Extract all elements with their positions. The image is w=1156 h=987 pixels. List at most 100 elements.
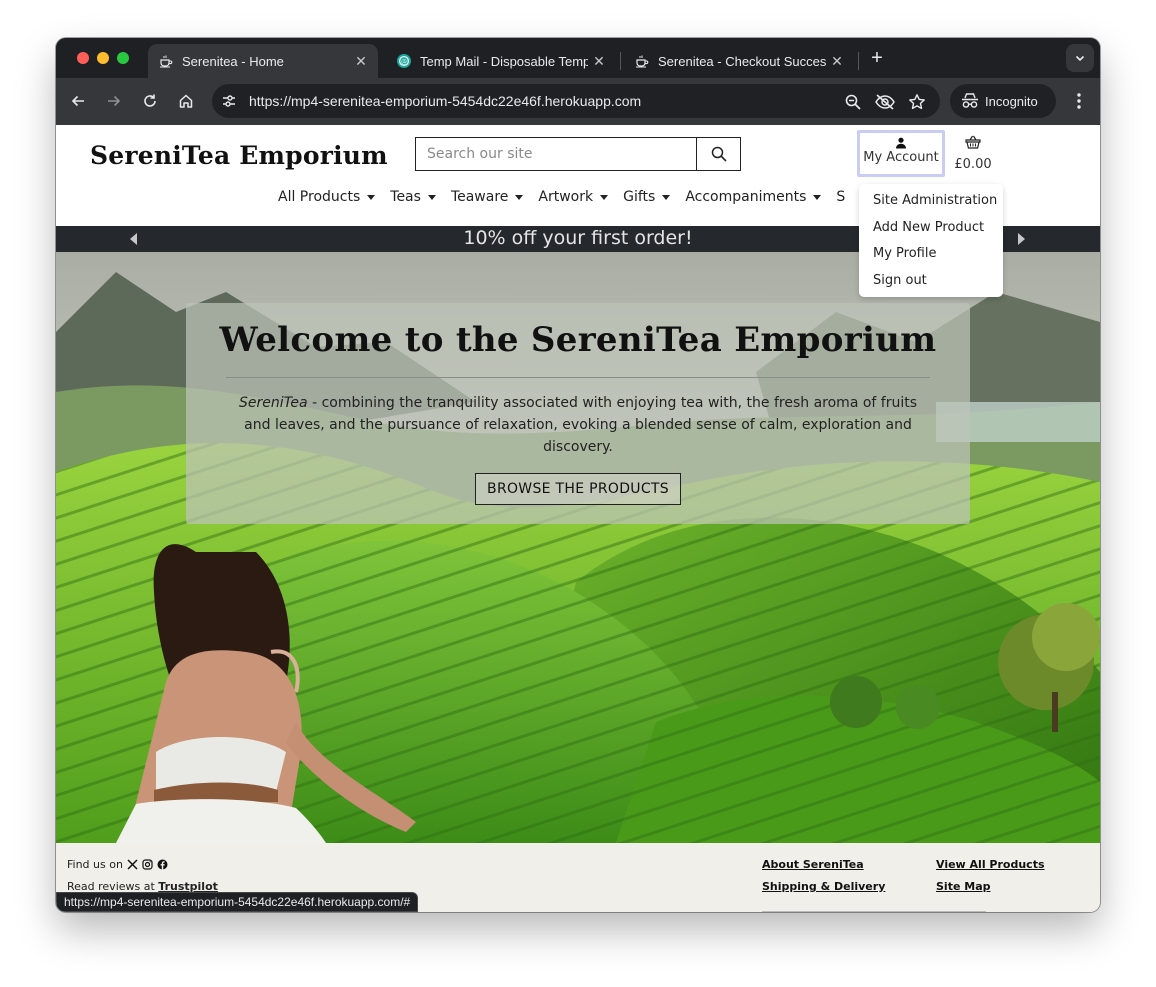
incognito-indicator[interactable]: Incognito: [950, 84, 1056, 118]
divider: [226, 377, 930, 378]
web-page: SereniTea Emporium My Account £0.00 All …: [56, 125, 1100, 912]
chevron-down-icon: [1075, 55, 1085, 62]
new-tab-button[interactable]: +: [866, 47, 888, 69]
nav-label: S: [836, 189, 846, 205]
welcome-panel: Welcome to the SereniTea Emporium Sereni…: [186, 303, 970, 524]
nav-label: Gifts: [623, 189, 656, 205]
zoom-window-button[interactable]: [117, 52, 129, 64]
browser-window: Serenitea - Home ✕ @ Temp Mail - Disposa…: [56, 38, 1100, 912]
tab-separator: [620, 52, 621, 70]
tagline-text: - combining the tranquility associated w…: [244, 395, 918, 455]
link-status-bar: https://mp4-serenitea-emporium-5454dc22e…: [56, 892, 419, 912]
address-bar[interactable]: https://mp4-serenitea-emporium-5454dc22e…: [212, 84, 940, 118]
tab-title: Temp Mail - Disposable Temp: [420, 53, 588, 69]
tab-temp-mail[interactable]: @ Temp Mail - Disposable Temp ✕: [386, 44, 616, 78]
forward-button[interactable]: [103, 90, 125, 112]
search-icon: [711, 146, 727, 162]
nav-label: Artwork: [538, 189, 594, 205]
nav-label: Accompaniments: [685, 189, 807, 205]
my-account-label: My Account: [863, 150, 939, 165]
basket-total: £0.00: [954, 157, 992, 172]
nav-partially-hidden[interactable]: S: [836, 189, 845, 205]
url-text: https://mp4-serenitea-emporium-5454dc22e…: [249, 93, 642, 109]
menu-item-site-administration[interactable]: Site Administration: [859, 188, 1003, 215]
tab-title: Serenitea - Checkout Succes: [658, 53, 826, 69]
footer-link-shipping[interactable]: Shipping & Delivery: [762, 880, 885, 893]
x-icon[interactable]: [127, 859, 138, 870]
footer-link-site-map[interactable]: Site Map: [936, 880, 990, 893]
reload-icon: [144, 94, 156, 107]
eye-slash-icon[interactable]: [874, 93, 896, 111]
back-button[interactable]: [67, 90, 89, 112]
caret-down-icon: [662, 194, 671, 200]
find-us-label: Find us on: [67, 858, 123, 871]
home-button[interactable]: [175, 90, 197, 112]
browse-products-button[interactable]: BROWSE THE PRODUCTS: [475, 473, 681, 505]
account-dropdown-menu: Site Administration Add New Product My P…: [859, 184, 1003, 297]
hero-tagline: SereniTea - combining the tranquility as…: [226, 392, 930, 458]
close-tab-icon[interactable]: ✕: [350, 53, 372, 70]
home-icon: [179, 94, 193, 108]
caret-down-icon: [515, 194, 524, 200]
menu-item-my-profile[interactable]: My Profile: [859, 241, 1003, 268]
facebook-icon[interactable]: [157, 859, 168, 870]
footer-link-about[interactable]: About SereniTea: [762, 858, 864, 871]
search-button[interactable]: [696, 138, 740, 170]
arrow-right-icon: [108, 95, 121, 107]
caret-down-icon: [813, 194, 822, 200]
tab-serenitea-home[interactable]: Serenitea - Home ✕: [148, 44, 378, 78]
nav-label: Teas: [390, 189, 421, 205]
nav-artwork[interactable]: Artwork: [538, 189, 609, 205]
more-options-icon[interactable]: [1069, 91, 1089, 111]
nav-all-products[interactable]: All Products: [278, 189, 376, 205]
search-input[interactable]: [416, 138, 696, 170]
user-icon: [896, 137, 906, 149]
close-window-button[interactable]: [77, 52, 89, 64]
tab-serenitea-checkout[interactable]: Serenitea - Checkout Succes ✕: [624, 44, 854, 78]
tab-search-button[interactable]: [1066, 44, 1094, 72]
tab-strip: Serenitea - Home ✕ @ Temp Mail - Disposa…: [56, 38, 1100, 78]
my-account-toggle[interactable]: My Account: [857, 130, 945, 177]
instagram-icon[interactable]: [142, 859, 153, 870]
nav-gifts[interactable]: Gifts: [623, 189, 671, 205]
incognito-label: Incognito: [985, 93, 1038, 109]
site-settings-icon[interactable]: [221, 93, 237, 109]
reload-button[interactable]: [139, 90, 161, 112]
nav-label: Teaware: [450, 189, 509, 205]
hero-section: Welcome to the SereniTea Emporium Sereni…: [56, 252, 1100, 843]
footer-link-all-products[interactable]: View All Products: [936, 858, 1045, 871]
nav-accompaniments[interactable]: Accompaniments: [685, 189, 822, 205]
menu-item-add-new-product[interactable]: Add New Product: [859, 215, 1003, 242]
nav-label: All Products: [278, 189, 361, 205]
basket-icon: [965, 135, 981, 149]
nav-teas[interactable]: Teas: [390, 189, 436, 205]
zoom-icon[interactable]: [844, 93, 862, 111]
tagline-brand: SereniTea: [238, 395, 308, 411]
main-navigation: All Products Teas Teaware Artwork Gifts …: [278, 189, 860, 205]
svg-text:@: @: [401, 58, 407, 65]
caret-down-icon: [600, 194, 609, 200]
site-search: [415, 137, 741, 171]
caret-down-icon: [367, 194, 376, 200]
tab-separator: [858, 52, 859, 70]
browser-toolbar: https://mp4-serenitea-emporium-5454dc22e…: [56, 78, 1100, 125]
menu-item-sign-out[interactable]: Sign out: [859, 268, 1003, 295]
teacup-icon: [634, 53, 650, 69]
teacup-icon: [158, 53, 174, 69]
social-links: Find us on: [67, 858, 168, 871]
close-tab-icon[interactable]: ✕: [826, 53, 848, 70]
tempmail-icon: @: [396, 53, 412, 69]
minimize-window-button[interactable]: [97, 52, 109, 64]
caret-down-icon: [427, 194, 436, 200]
footer-divider: [762, 911, 986, 912]
banner-next-icon[interactable]: [1018, 233, 1025, 245]
basket-link[interactable]: £0.00: [951, 135, 995, 172]
hero-title: Welcome to the SereniTea Emporium: [219, 320, 937, 360]
star-icon[interactable]: [908, 93, 926, 111]
site-brand-logo[interactable]: SereniTea Emporium: [90, 141, 388, 170]
nav-teaware[interactable]: Teaware: [450, 189, 524, 205]
arrow-left-icon: [71, 95, 84, 107]
close-tab-icon[interactable]: ✕: [588, 53, 610, 70]
tab-title: Serenitea - Home: [182, 53, 284, 69]
incognito-icon: [962, 93, 978, 108]
